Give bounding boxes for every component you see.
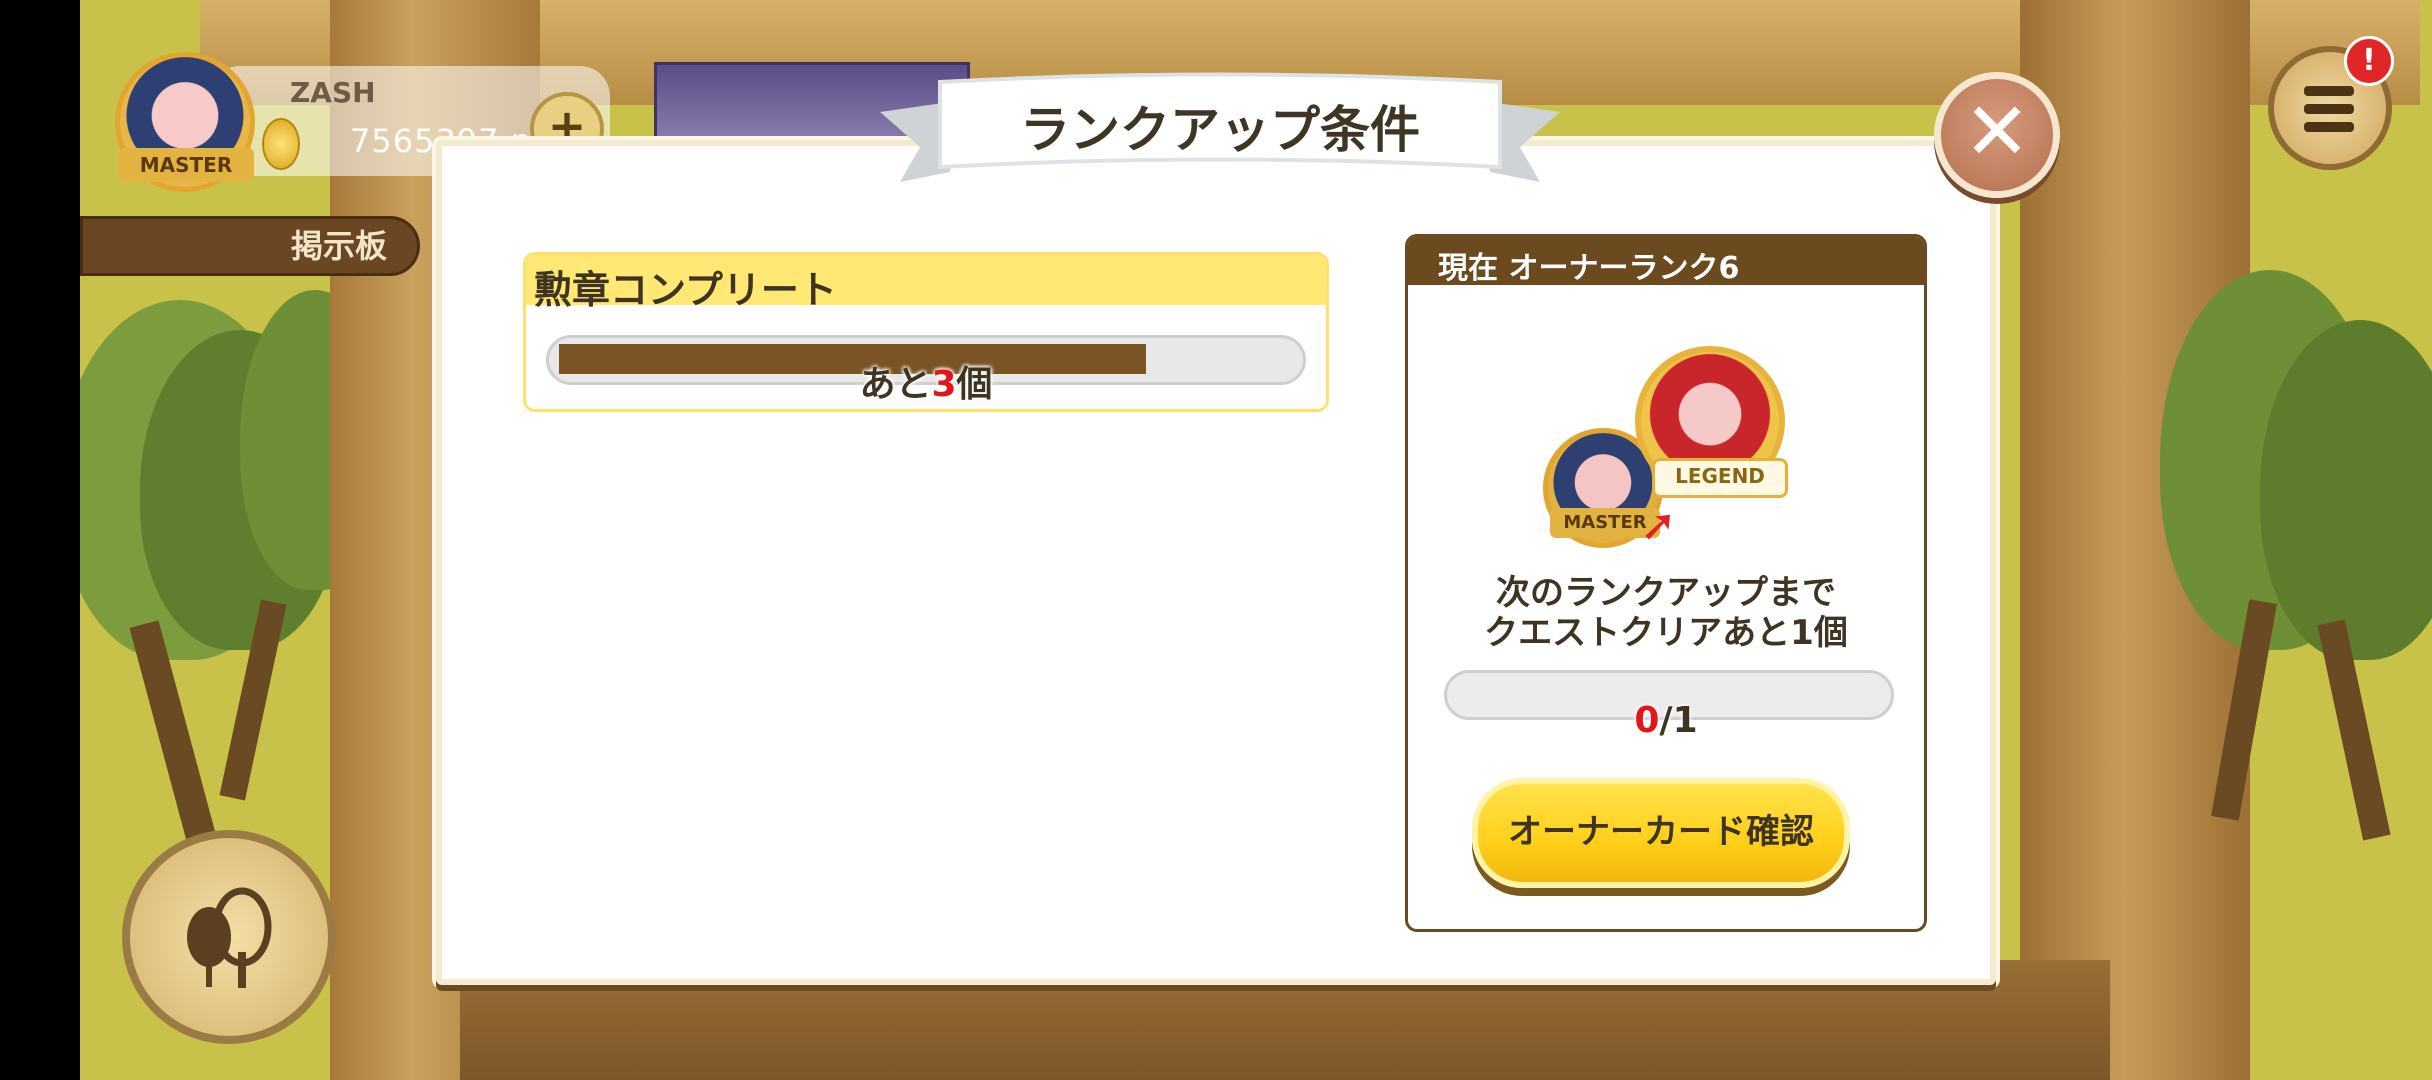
remaining-suffix: 個	[956, 364, 993, 405]
legend-badge-label: LEGEND	[1652, 458, 1788, 498]
up-arrow-icon: ➚	[1640, 500, 1677, 551]
rank-up-description-line2: クエストクリアあと1個	[1484, 613, 1848, 653]
forest-icon	[187, 887, 272, 988]
condition-header: 勲章コンプリート	[526, 255, 1326, 312]
username: ZASH	[290, 76, 376, 109]
close-icon: ✕	[1963, 85, 2031, 178]
bulletin-board-button[interactable]: 掲示板	[80, 216, 420, 276]
quest-total: /1	[1659, 700, 1698, 741]
owner-card-button[interactable]: オーナーカード確認	[1472, 778, 1850, 888]
rank-badge-label: MASTER	[118, 148, 254, 182]
dialog-title: ランクアップ条件	[1020, 101, 1420, 159]
rank-header: 現在 オーナーランク6	[1408, 237, 1924, 286]
remaining-value: 3	[931, 364, 957, 405]
alert-badge: !	[2344, 36, 2394, 86]
quest-count: 0/1	[1405, 700, 1927, 741]
forest-button[interactable]	[122, 830, 336, 1044]
quest-current: 0	[1634, 700, 1660, 741]
condition-title: 勲章コンプリート	[534, 268, 837, 312]
coin-icon	[262, 118, 300, 170]
condition-remaining: あと3個	[523, 355, 1329, 407]
close-button[interactable]: ✕	[1934, 72, 2060, 198]
title-ribbon-label-wrap: ランクアップ条件	[880, 72, 1560, 192]
remaining-prefix: あと	[859, 364, 932, 405]
current-rank-label: 現在 オーナーランク6	[1438, 251, 1740, 286]
